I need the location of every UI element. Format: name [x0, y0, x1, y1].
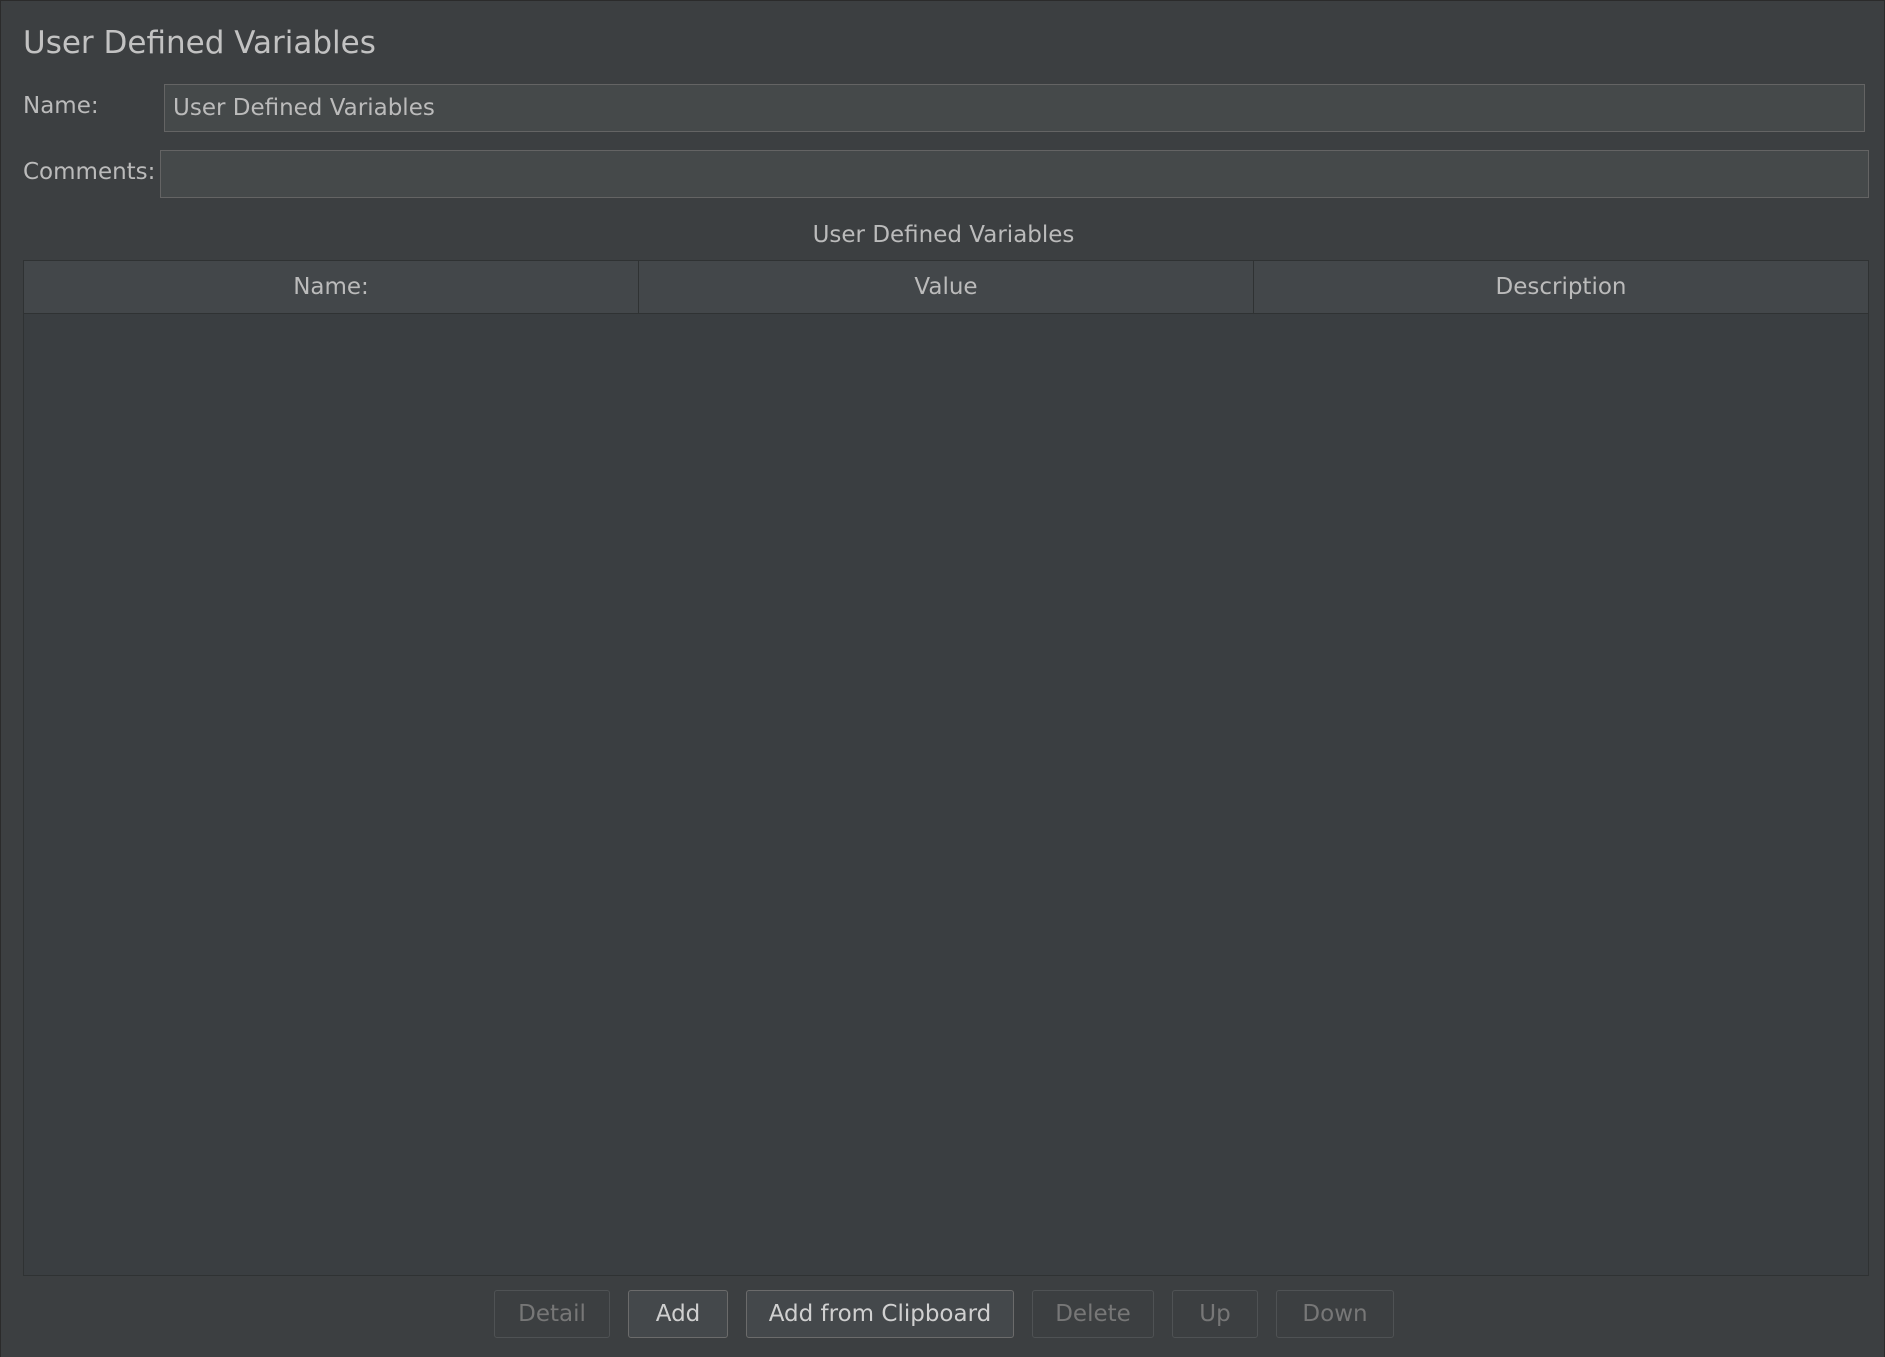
down-button[interactable]: Down: [1276, 1290, 1394, 1338]
variables-table[interactable]: Name: Value Description: [23, 260, 1869, 1276]
add-from-clipboard-button[interactable]: Add from Clipboard: [746, 1290, 1014, 1338]
up-button[interactable]: Up: [1172, 1290, 1258, 1338]
column-header-description[interactable]: Description: [1254, 261, 1868, 313]
table-title: User Defined Variables: [812, 222, 1075, 248]
table-body[interactable]: [24, 314, 1868, 1275]
detail-button[interactable]: Detail: [494, 1290, 610, 1338]
name-input[interactable]: [164, 84, 1865, 132]
table-header: Name: Value Description: [24, 261, 1868, 314]
comments-label: Comments:: [23, 159, 156, 185]
user-defined-variables-panel: User Defined Variables Name: Comments: U…: [0, 0, 1885, 1357]
add-button[interactable]: Add: [628, 1290, 728, 1338]
panel-title: User Defined Variables: [23, 25, 376, 61]
name-label: Name:: [23, 93, 99, 119]
delete-button[interactable]: Delete: [1032, 1290, 1154, 1338]
column-header-name[interactable]: Name:: [24, 261, 639, 313]
comments-input[interactable]: [160, 150, 1869, 198]
column-header-value[interactable]: Value: [639, 261, 1254, 313]
